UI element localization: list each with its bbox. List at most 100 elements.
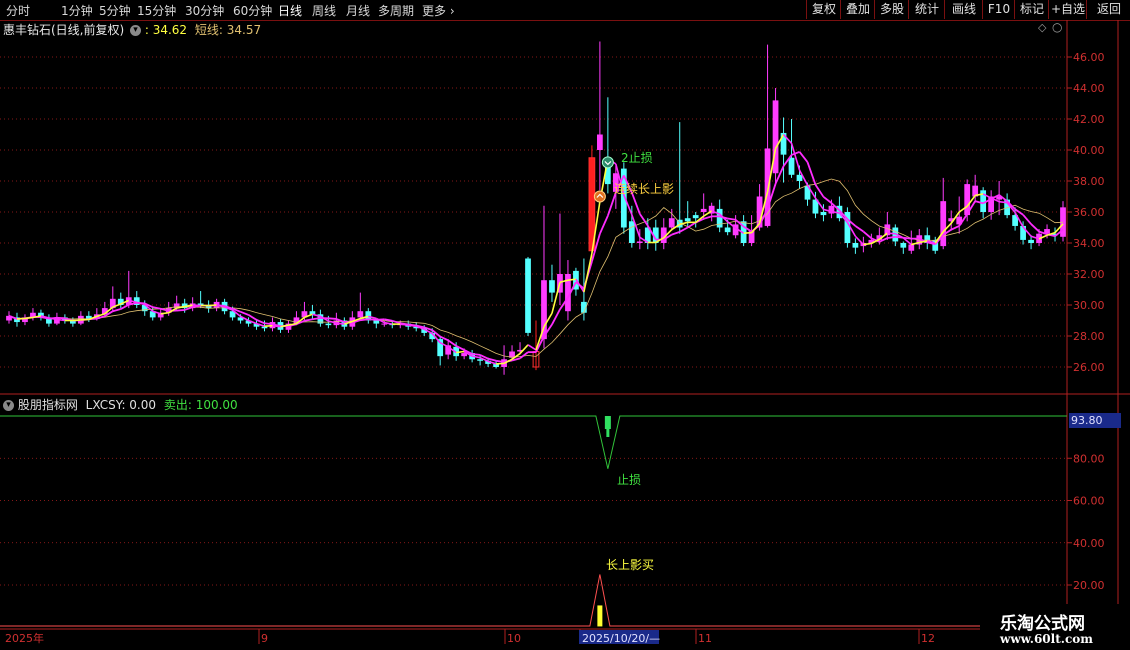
stock-title: 惠丰钻石(日线,前复权) ▾ : 34.62 短线: 34.57 (3, 21, 261, 38)
candle-body (940, 201, 947, 247)
ma-short-segment (583, 253, 593, 293)
candle-body (636, 241, 643, 243)
ma-long-segment (887, 235, 896, 239)
candle-body (908, 244, 915, 251)
stock-name[interactable]: 惠丰钻石(日线,前复权) (3, 23, 124, 37)
indicator-title: ▾ 股朋指标网 LXCSY: 0.00 卖出: 100.00 (0, 396, 238, 413)
ma-long-segment (639, 213, 649, 227)
ma-short-segment (887, 232, 896, 235)
ma-long-segment (256, 319, 265, 325)
long-upper-shadow-annotation: 连续长上影 (614, 182, 675, 196)
ma-short-segment (999, 200, 1008, 204)
ma-short-segment (567, 278, 577, 281)
watermark-url: www.60lt.com (1000, 632, 1093, 646)
y-tick-label: 38.00 (1073, 175, 1105, 188)
ma-long-segment (472, 353, 481, 356)
buy-signal-bar (597, 605, 603, 627)
ma-long-segment (703, 215, 712, 220)
candle (852, 238, 859, 254)
ma-short-segment (336, 322, 345, 325)
candle (133, 291, 140, 309)
ma-long-segment (447, 339, 457, 347)
candle (30, 308, 36, 321)
candle (85, 311, 92, 323)
ma-long-segment (671, 230, 681, 236)
candle-body (692, 215, 699, 219)
candle-body (309, 311, 316, 315)
ma-short-segment (272, 324, 281, 328)
ma-short-segment (208, 304, 217, 307)
ma-long-segment (328, 317, 337, 320)
ma-long-segment (950, 225, 960, 231)
candle (189, 297, 196, 312)
candle-body (700, 208, 707, 212)
current-value-badge: 93.80 (1069, 413, 1121, 428)
candle (125, 270, 132, 309)
ma-long-segment (304, 318, 313, 322)
stop-loss-label: 止损 (617, 473, 642, 487)
ma-long-segment (798, 151, 809, 163)
candle (876, 227, 883, 245)
ma-long-segment (248, 314, 258, 321)
candle (205, 300, 212, 313)
candle-body (796, 174, 803, 181)
ma-long-segment (392, 319, 401, 325)
candle-body (549, 280, 555, 293)
candle (117, 292, 124, 309)
candle (924, 227, 931, 250)
candle-body (357, 311, 364, 318)
ma-long-segment (487, 357, 497, 362)
candle-body (525, 258, 531, 333)
candle-body (684, 218, 691, 222)
lxcsy-label: LXCSY: 0.00 (85, 398, 157, 412)
grid-lines (0, 56, 1067, 586)
indicator-y-axis: 80.00 60.00 40.00 20.00 (1067, 452, 1105, 592)
candle (77, 311, 84, 326)
ma-long-segment (862, 230, 872, 240)
dropdown-icon[interactable]: ▾ (130, 25, 142, 36)
ind-tick-label: 20.00 (1073, 579, 1105, 592)
ma-long-segment (312, 317, 321, 321)
time-axis: 2025年 9 10 2025/10/20/— 11 12 (5, 629, 935, 645)
candle (565, 260, 571, 321)
candle-body (597, 134, 603, 150)
diamond-icon[interactable]: ◇ (1038, 21, 1046, 34)
time-label: 11 (698, 632, 712, 645)
candle (365, 308, 372, 324)
candle (22, 314, 28, 326)
ma-long-segment (679, 226, 689, 233)
candle (38, 309, 44, 321)
candle-body (668, 218, 675, 228)
ma-short-segment (72, 319, 81, 322)
circle-icon[interactable]: ○ (1052, 20, 1062, 34)
ma-short-segment (80, 318, 89, 321)
indicator-name[interactable]: 股朋指标网 (18, 398, 78, 412)
candle-body (820, 212, 827, 216)
y-tick-label: 44.00 (1073, 82, 1105, 95)
ma-short-segment (456, 350, 465, 354)
indicator-line (0, 415, 1067, 469)
candle-body (724, 227, 731, 233)
ma-long-segment (240, 310, 249, 316)
candle-body (628, 221, 635, 243)
candle (14, 312, 20, 327)
stop-loss-marker-icon (601, 156, 614, 169)
candle (900, 241, 907, 254)
ma-long-segment (176, 309, 185, 312)
candle (692, 212, 699, 228)
collapse-icon[interactable]: ▾ (3, 400, 14, 411)
candle (844, 207, 851, 248)
buy-label: 长上影买 (606, 558, 655, 572)
ma-long-segment (368, 318, 377, 321)
time-label: 2025年 (5, 631, 44, 645)
ma-short-segment (743, 231, 752, 234)
candle (525, 256, 531, 336)
candle-body (373, 320, 380, 324)
ma-long-segment (814, 184, 825, 198)
ma-long-segment (152, 306, 161, 310)
ma2-label: 短线: 34.57 (194, 23, 262, 37)
time-label: 10 (507, 632, 521, 645)
time-label: 9 (261, 632, 268, 645)
ind-tick-label: 60.00 (1073, 495, 1105, 508)
y-tick-label: 26.00 (1073, 361, 1105, 374)
